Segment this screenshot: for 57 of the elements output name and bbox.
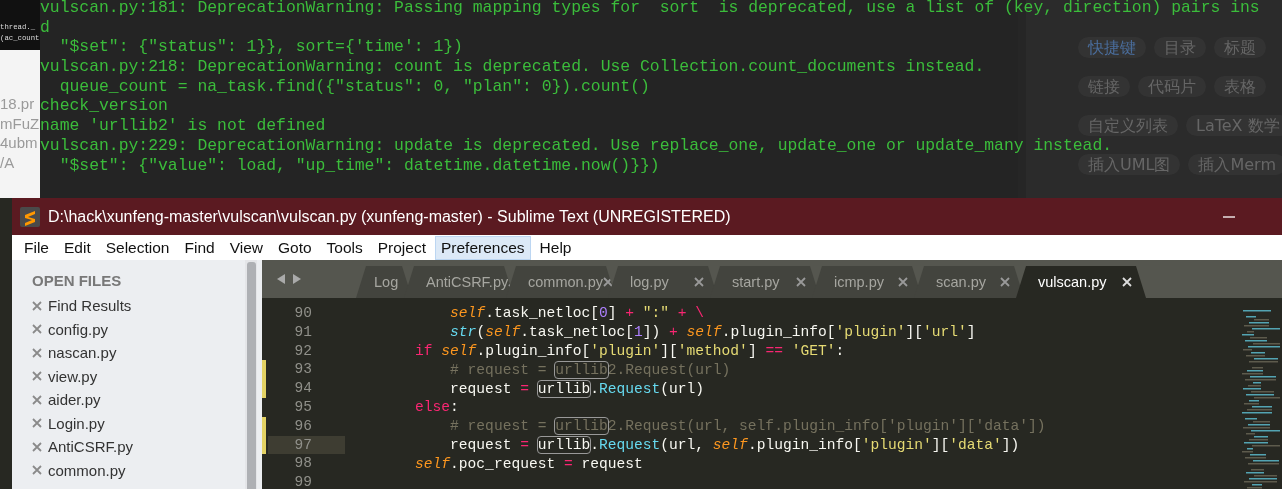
line-number: 92 [293,341,313,361]
line-number: 94 [293,379,313,398]
menu-item[interactable]: Project [371,235,432,260]
text-fragment: 4ubm [0,133,39,153]
open-file-entry[interactable]: Login.py [48,414,105,432]
code-line: # request = urllib2.Request(url, self.plugin_info['plugin']['data']) [449,418,1046,435]
text-fragment: /A [0,152,16,172]
terminal-line: vulscan.py:229: DeprecationWarning: update is deprecated. Use replace_one, update_one or update_many instead. [40,137,1113,154]
app-icon [20,206,40,227]
code-line: else: [414,399,459,416]
open-file-entry[interactable]: Find Results [48,297,132,315]
terminal-line: vulscan.py:181: DeprecationWarning: Passing mapping types for sort is deprecated, use a list of (key, direction) pairs ins [40,0,1260,16]
scroll-right-icon[interactable] [292,273,302,285]
window-title: D:\hack\xunfeng-master\vulscan\vulscan.py (xunfeng-master) - Sublime Text (UNREGISTERED) [48,207,732,226]
line-number: 90 [293,304,313,323]
menu-item[interactable]: Preferences [435,235,531,260]
open-file-entry[interactable]: aider.py [48,391,101,409]
open-file-entry[interactable]: AntiCSRF.py [48,438,134,456]
menu-item[interactable]: Selection [99,235,176,260]
line-number: 91 [293,322,313,342]
menu-item[interactable]: Tools [320,235,369,260]
text-fragment: 18.pr [0,94,36,114]
menu-item[interactable]: Goto [271,235,318,260]
tab[interactable]: vulscan.py [1016,266,1146,298]
terminal-line: vulscan.py:218: DeprecationWarning: count is deprecated. Use Collection.count_documents instead. [40,59,985,76]
line-number: 98 [293,454,313,474]
line-number: 96 [293,416,313,436]
terminal-line: d [40,19,50,36]
open-file-entry[interactable]: view.py [48,367,98,385]
menu-item[interactable]: Help [533,235,578,260]
open-file-entry[interactable]: common.py [48,461,126,479]
line-number: 99 [293,473,313,489]
menu-item[interactable]: View [223,235,269,260]
terminal-line: "$set": {"value": load, "up_time": datetime.datetime.now()}}) [58,157,660,174]
open-file-entry[interactable]: nascan.py [48,344,117,362]
terminal-line: name 'urllib2' is not defined [40,118,326,135]
line-number: 97 [268,435,345,455]
terminal-line: "$set": {"status": 1}}, sort={'time': 1}) [58,39,463,56]
sidebar-heading: OPEN FILES [32,272,123,289]
menu-item[interactable]: Find [178,235,221,260]
line-number: 95 [293,398,313,417]
code-line: self.task_netloc[0] + ":" + \ [449,305,705,322]
terminal-line: check_version [40,98,168,115]
menu-item[interactable]: Edit [58,235,97,260]
scroll-left-icon[interactable] [276,273,286,285]
menu-item[interactable]: File [18,235,55,260]
code-line: # request = urllib2.Request(url) [449,361,731,378]
scrollbar-thumb[interactable] [247,262,256,489]
open-file-entry[interactable]: config.py [48,320,109,338]
code-line: request = urllib.Request(url) [449,380,705,397]
code-line: if self.plugin_info['plugin']['method'] == 'GET': [414,343,845,359]
terminal-line: queue_count = na_task.find({"status": 0, "plan": 0}).count() [58,78,650,95]
code-line: str(self.task_netloc[1]) + self.plugin_info['plugin']['url'] [449,324,976,341]
code-line: request = urllib.Request(url, self.plugin_info['plugin']['data']) [449,436,1020,453]
line-number: 93 [293,360,313,380]
text-fragment: mFuZ [0,113,40,133]
code-line: self.poc_request = request [414,455,643,472]
